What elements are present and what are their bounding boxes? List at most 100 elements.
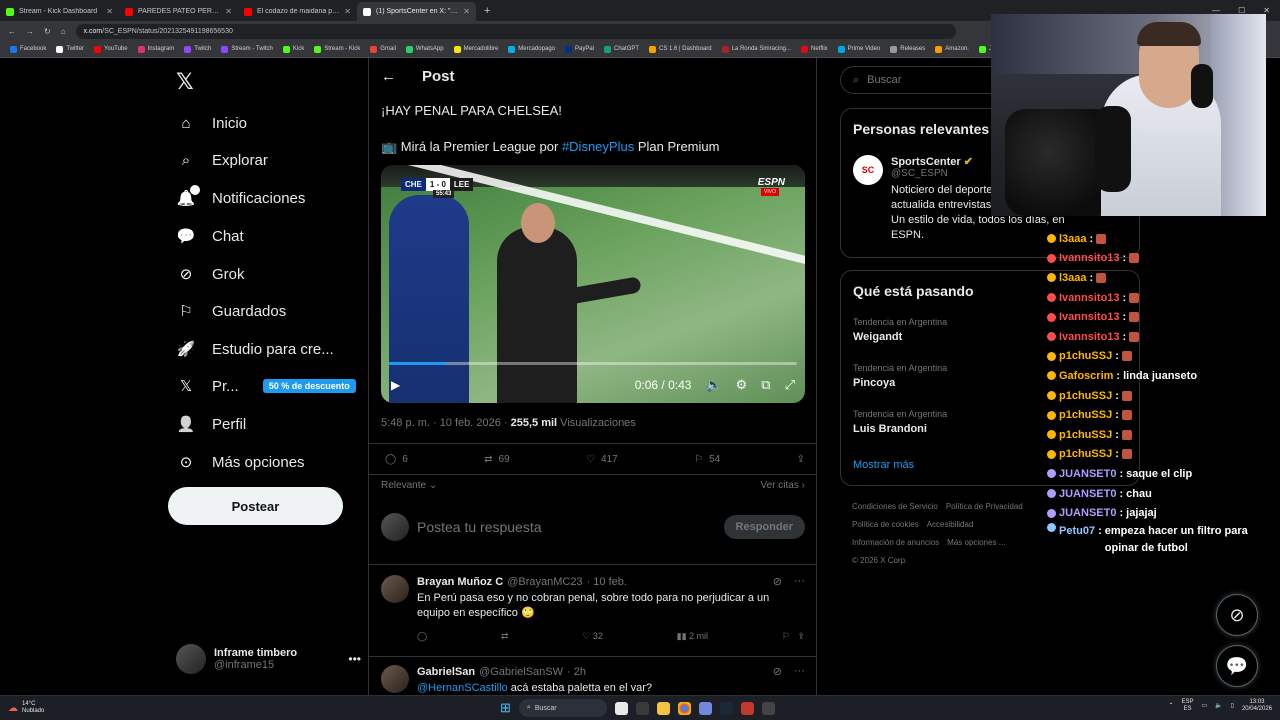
like-action[interactable]: ♡ 32 [582, 631, 603, 642]
sort-dropdown[interactable]: Relevante ⌄ [381, 480, 437, 491]
bookmark-item[interactable]: Mercadolibre [453, 45, 498, 53]
bookmark-item[interactable]: Gmail [370, 45, 396, 53]
close-icon[interactable]: ✕ [106, 7, 113, 16]
bookmark-item[interactable]: Stream - Twitch [221, 45, 273, 53]
more-icon[interactable]: ••• [348, 652, 361, 666]
forward-icon[interactable]: → [26, 27, 34, 36]
play-icon[interactable]: ▶ [391, 378, 400, 392]
bookmark-item[interactable]: Kick [282, 45, 304, 53]
footer-link[interactable]: Información de anuncios [852, 538, 939, 547]
app-icon[interactable] [761, 701, 775, 715]
browser-tab[interactable]: PAREDES PATEÓ PERFECTO EL... ✕ [119, 2, 238, 21]
language-indicator[interactable]: ESP ES [1181, 699, 1193, 713]
x-logo-icon[interactable]: 𝕏 [176, 70, 194, 95]
weather-widget[interactable]: ☁ 14°C Nublado [0, 701, 44, 715]
grok-fab-button[interactable]: ⊘ [1216, 594, 1258, 636]
video-progress-bar[interactable] [389, 362, 797, 365]
more-icon[interactable]: ··· [794, 665, 805, 678]
footer-link[interactable]: Condiciones de Servicio [852, 502, 938, 511]
bookmark-item[interactable]: YouTube [94, 45, 128, 53]
grok-icon[interactable]: ⊘ [773, 665, 782, 678]
promo-badge[interactable]: 50 % de descuento [262, 379, 356, 393]
nav-item-chat[interactable]: 💬 Chat [176, 221, 244, 251]
fullscreen-icon[interactable]: ⤢ [785, 377, 795, 393]
reply-handle[interactable]: @BrayanMC23 [507, 576, 582, 588]
bookmark-item[interactable]: Prime Video [837, 45, 880, 53]
reply-input[interactable] [417, 519, 716, 535]
close-icon[interactable]: ✕ [225, 7, 232, 16]
quotes-link[interactable]: Ver citas › [761, 480, 805, 491]
show-more-link[interactable]: Mostrar más [853, 459, 914, 471]
bookmark-item[interactable]: ChatGPT [604, 45, 639, 53]
trend-item[interactable]: Tendencia en Argentina Weigandt [853, 317, 947, 343]
reply-action[interactable]: ◯ 6 [385, 454, 408, 465]
reply-handle[interactable]: @GabrielSanSW [479, 666, 563, 678]
bookmark-item[interactable]: Amazon. [935, 45, 969, 53]
footer-link[interactable]: © 2026 X Corp. [852, 556, 907, 565]
windows-start-icon[interactable]: ⊞ [500, 700, 511, 716]
chrome-icon[interactable] [677, 701, 691, 715]
app-icon[interactable] [740, 701, 754, 715]
bookmark-item[interactable]: Stream - Kick [314, 45, 360, 53]
trend-item[interactable]: Tendencia en Argentina Luis Brandoni [853, 409, 947, 435]
network-icon[interactable]: ▭ [1202, 703, 1208, 710]
post-button[interactable]: Postear [168, 487, 343, 525]
task-view-icon[interactable] [635, 701, 649, 715]
more-icon[interactable]: ··· [794, 575, 805, 588]
url-field[interactable]: x.com/SC_ESPN/status/2021325491198656530 [75, 23, 956, 39]
bookmark-item[interactable]: Releases [890, 45, 925, 53]
bookmark-icon[interactable]: ⚐ ⇪ [782, 631, 805, 642]
close-icon[interactable]: ✕ [463, 7, 470, 16]
grok-icon[interactable]: ⊘ [773, 575, 782, 588]
like-action[interactable]: ♡ 417 [586, 454, 618, 465]
bookmark-action[interactable]: ⚐ 54 [694, 454, 720, 465]
volume-icon[interactable]: 🔈 [705, 377, 721, 393]
repost-icon[interactable]: ⇄ [501, 631, 509, 642]
trend-item[interactable]: Tendencia en Argentina Pincoya [853, 363, 947, 389]
account-switcher[interactable]: Inframe timbero @inframe15 ••• [176, 644, 361, 674]
bookmark-item[interactable]: Facebook [10, 45, 46, 53]
back-icon[interactable]: ← [8, 27, 16, 36]
nav-item-home[interactable]: ⌂ Inicio [176, 108, 247, 138]
discord-icon[interactable] [698, 701, 712, 715]
mention-link[interactable]: @HernanSCastillo [417, 682, 508, 694]
footer-link[interactable]: Más opciones ... [947, 538, 1005, 547]
repost-action[interactable]: ⇄ 69 [484, 454, 510, 465]
reload-icon[interactable]: ↻ [44, 27, 51, 36]
nav-item-grok[interactable]: ⊘ Grok [176, 259, 245, 289]
browser-tab[interactable]: El codazo de maidana previo a... ✕ [238, 2, 357, 21]
bookmark-item[interactable]: La Ronda Simracing... [721, 45, 791, 53]
battery-icon[interactable]: ▯ [1231, 703, 1234, 710]
share-action[interactable]: ⇪ [797, 454, 805, 465]
bookmark-item[interactable]: Twitch [184, 45, 211, 53]
hashtag-link[interactable]: #DisneyPlus [562, 139, 634, 154]
reply-icon[interactable]: ◯ [417, 631, 427, 642]
nav-item-x[interactable]: 𝕏 Pr... 50 % de descuento [176, 371, 356, 401]
bookmark-item[interactable]: Netflix [801, 45, 828, 53]
nav-item-person[interactable]: 👤 Perfil [176, 409, 247, 439]
footer-link[interactable]: Política de Privacidad [946, 502, 1023, 511]
footer-link[interactable]: Accesibilidad [927, 520, 974, 529]
bookmark-item[interactable]: PayPal [565, 45, 594, 53]
bookmark-item[interactable]: CS 1.6 | Dashboard [649, 45, 712, 53]
file-explorer-icon[interactable] [656, 701, 670, 715]
reply-author[interactable]: Brayan Muñoz C [417, 576, 503, 588]
new-tab-button[interactable]: + [476, 5, 498, 17]
nav-item-bookmark[interactable]: ⚐ Guardados [176, 296, 286, 326]
browser-tab[interactable]: Stream - Kick Dashboard ✕ [0, 2, 119, 21]
home-browser-icon[interactable]: ⌂ [61, 27, 66, 36]
steam-icon[interactable] [719, 701, 733, 715]
nav-item-more-circle[interactable]: ⊙ Más opciones [176, 447, 305, 477]
bookmark-item[interactable]: Instagram [137, 45, 174, 53]
messages-fab-button[interactable]: 💬 [1216, 645, 1258, 687]
widgets-app-icon[interactable] [614, 701, 628, 715]
chevron-up-icon[interactable]: ⌃ [1168, 703, 1173, 710]
bookmark-item[interactable]: Mercadopago [508, 45, 555, 53]
clock[interactable]: 13:03 20/04/2026 [1242, 699, 1272, 713]
nav-item-search[interactable]: ⌕ Explorar [176, 145, 268, 175]
settings-gear-icon[interactable]: ⚙ [736, 377, 748, 393]
bookmark-item[interactable]: Twitter [56, 45, 84, 53]
footer-link[interactable]: Política de cookies [852, 520, 919, 529]
nav-item-rocket[interactable]: 🚀 Estudio para cre... [176, 334, 334, 364]
pip-icon[interactable]: ⧉ [761, 377, 770, 393]
